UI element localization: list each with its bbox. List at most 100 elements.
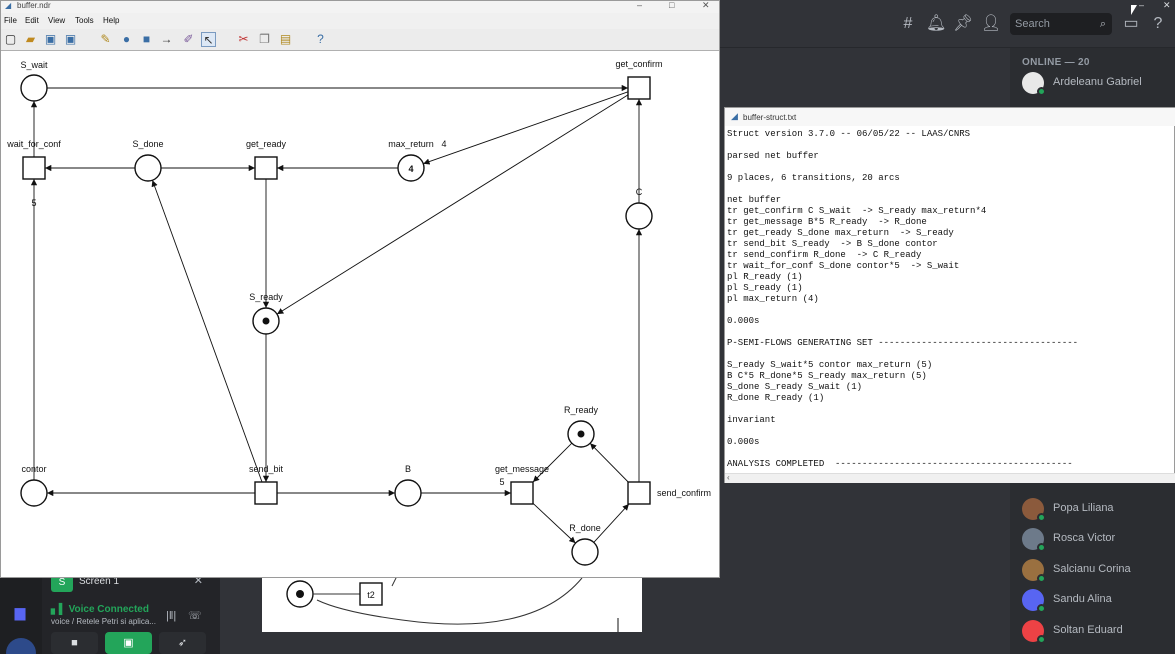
minimize-icon[interactable]: – (637, 0, 642, 10)
arc-tool-icon[interactable]: → (159, 32, 174, 47)
token-count: 4 (408, 164, 413, 174)
horizontal-scrollbar[interactable]: ‹ (725, 473, 1175, 483)
threads-icon[interactable]: # (898, 14, 918, 34)
script-icon[interactable]: ✐ (181, 32, 196, 47)
nodes: 4 (20, 74, 653, 566)
arc-get_confirm-to-max_return (423, 91, 629, 165)
server-icon[interactable] (6, 638, 36, 654)
member-list-icon[interactable]: 👤︎ (981, 14, 1001, 34)
arc-send_bit-to-S_done (151, 180, 263, 483)
net-canvas[interactable]: 4 S_wait S_done max_return 4 S_ready C R_ready… (1, 51, 719, 577)
window-titlebar[interactable]: ◢ buffer.ndr – □ ✕ (1, 0, 719, 13)
output-line: pl R_ready (1) (727, 272, 803, 282)
member-name: Ardeleanu Gabriel (1053, 76, 1142, 88)
place-contor (20, 479, 48, 507)
copy-icon[interactable]: ❐ (257, 32, 272, 47)
video-button[interactable]: ■ (51, 632, 98, 654)
inbox-icon[interactable]: ▭ (1121, 14, 1141, 34)
noise-suppression-icon[interactable]: |‖| (166, 610, 176, 622)
maximize-icon[interactable]: □ (669, 0, 674, 10)
output-line: 9 places, 6 transitions, 20 arcs (727, 173, 900, 183)
place-S_done (134, 154, 162, 182)
scroll-left-icon[interactable]: ‹ (727, 473, 730, 482)
output-line: S_done S_ready S_wait (1) (727, 382, 863, 392)
app-icon: ◢ (5, 1, 12, 10)
petri-net: 4 S_wait S_done max_return 4 S_ready C R_ready… (6, 59, 711, 566)
struct-output-text[interactable]: Struct version 3.7.0 -- 06/05/22 -- LAAS… (725, 129, 1175, 475)
help-icon[interactable]: ? (1148, 14, 1168, 34)
edit-icon[interactable]: ✎ (98, 32, 113, 47)
arc-weight-label: 5 (31, 198, 36, 208)
transition-tool-icon[interactable]: ■ (139, 32, 154, 47)
save-as-icon[interactable]: ▣ (63, 32, 78, 47)
place-B (394, 479, 422, 507)
minimize-icon[interactable]: – (1139, 0, 1144, 10)
member-item[interactable]: Salcianu Corina (1022, 559, 1172, 583)
voice-channel-name[interactable]: voice / Retele Petri si aplica... (51, 617, 156, 626)
transition-get_confirm (627, 76, 651, 100)
output-line: R_done R_ready (1) (727, 393, 825, 403)
notification-bell-icon[interactable]: 🔔︎ (926, 14, 946, 34)
transition-label: wait_for_conf (6, 139, 61, 149)
output-line: tr get_confirm C S_wait -> S_ready max_r… (727, 206, 987, 216)
new-icon[interactable]: ▢ (3, 32, 18, 47)
window-titlebar[interactable]: ◢ buffer-struct.txt (725, 108, 1175, 126)
output-line: net buffer (727, 195, 782, 205)
online-status-dot (1037, 543, 1046, 552)
folder-icon[interactable]: ▆ (6, 604, 34, 622)
transition-label: send_bit (249, 464, 284, 474)
pin-icon[interactable]: 📌︎ (953, 14, 973, 34)
menu-edit[interactable]: Edit (25, 16, 39, 25)
member-item[interactable]: Soltan Eduard (1022, 620, 1172, 644)
arc-send_confirm-to-R_ready (589, 442, 629, 483)
open-icon[interactable]: ▰ (23, 32, 38, 47)
online-status-dot (1037, 604, 1046, 613)
cut-icon[interactable]: ✂ (236, 32, 251, 47)
token (262, 317, 270, 325)
transition-get_message (510, 481, 534, 505)
arc-weight-label: 5 (499, 477, 504, 487)
arcs (30, 84, 643, 544)
online-header: ONLINE — 20 (1022, 57, 1090, 68)
member-item[interactable]: Popa Liliana (1022, 498, 1172, 522)
place-label: R_ready (564, 405, 599, 415)
menu-view[interactable]: View (48, 16, 65, 25)
voice-status: ▖▌ Voice Connected (51, 604, 149, 615)
menu-file[interactable]: File (4, 16, 17, 25)
background-transition-label: t2 (367, 590, 375, 600)
member-item[interactable]: Rosca Victor (1022, 528, 1172, 552)
select-icon[interactable]: ↖ (201, 32, 216, 47)
place-capacity-label: 4 (441, 139, 446, 149)
place-S_wait (20, 74, 48, 102)
output-line: tr send_confirm R_done -> C R_ready (727, 250, 922, 260)
member-name: Rosca Victor (1053, 532, 1116, 544)
close-icon[interactable]: ✕ (1163, 0, 1171, 11)
member-name: Soltan Eduard (1053, 624, 1123, 636)
place-tool-icon[interactable]: ● (119, 32, 134, 47)
menu-help[interactable]: Help (103, 16, 119, 25)
search-icon: ⌕ (1099, 18, 1106, 30)
menu-tools[interactable]: Tools (75, 16, 94, 25)
signal-icon: ▖▌ (51, 604, 66, 615)
help-icon[interactable]: ? (313, 32, 328, 47)
output-line: P-SEMI-FLOWS GENERATING SET ------------… (727, 338, 1079, 348)
arc-get_confirm-to-S_ready (276, 94, 629, 315)
activity-button[interactable]: ➶ (159, 632, 206, 654)
search-input[interactable]: Search ⌕ (1010, 13, 1112, 35)
place-label: R_done (569, 523, 601, 533)
disconnect-icon[interactable]: ☏ (188, 609, 202, 622)
member-item[interactable]: Ardeleanu Gabriel (1022, 72, 1172, 96)
share-screen-button[interactable]: ▣ (105, 632, 152, 654)
close-icon[interactable]: ✕ (702, 0, 710, 11)
save-icon[interactable]: ▣ (43, 32, 58, 47)
transition-label: get_message (495, 464, 549, 474)
window-title: buffer.ndr (17, 1, 51, 10)
member-item[interactable]: Sandu Alina (1022, 589, 1172, 613)
output-line: pl max_return (4) (727, 294, 819, 304)
paste-icon[interactable]: ▤ (278, 32, 293, 47)
background-arc (316, 577, 583, 625)
